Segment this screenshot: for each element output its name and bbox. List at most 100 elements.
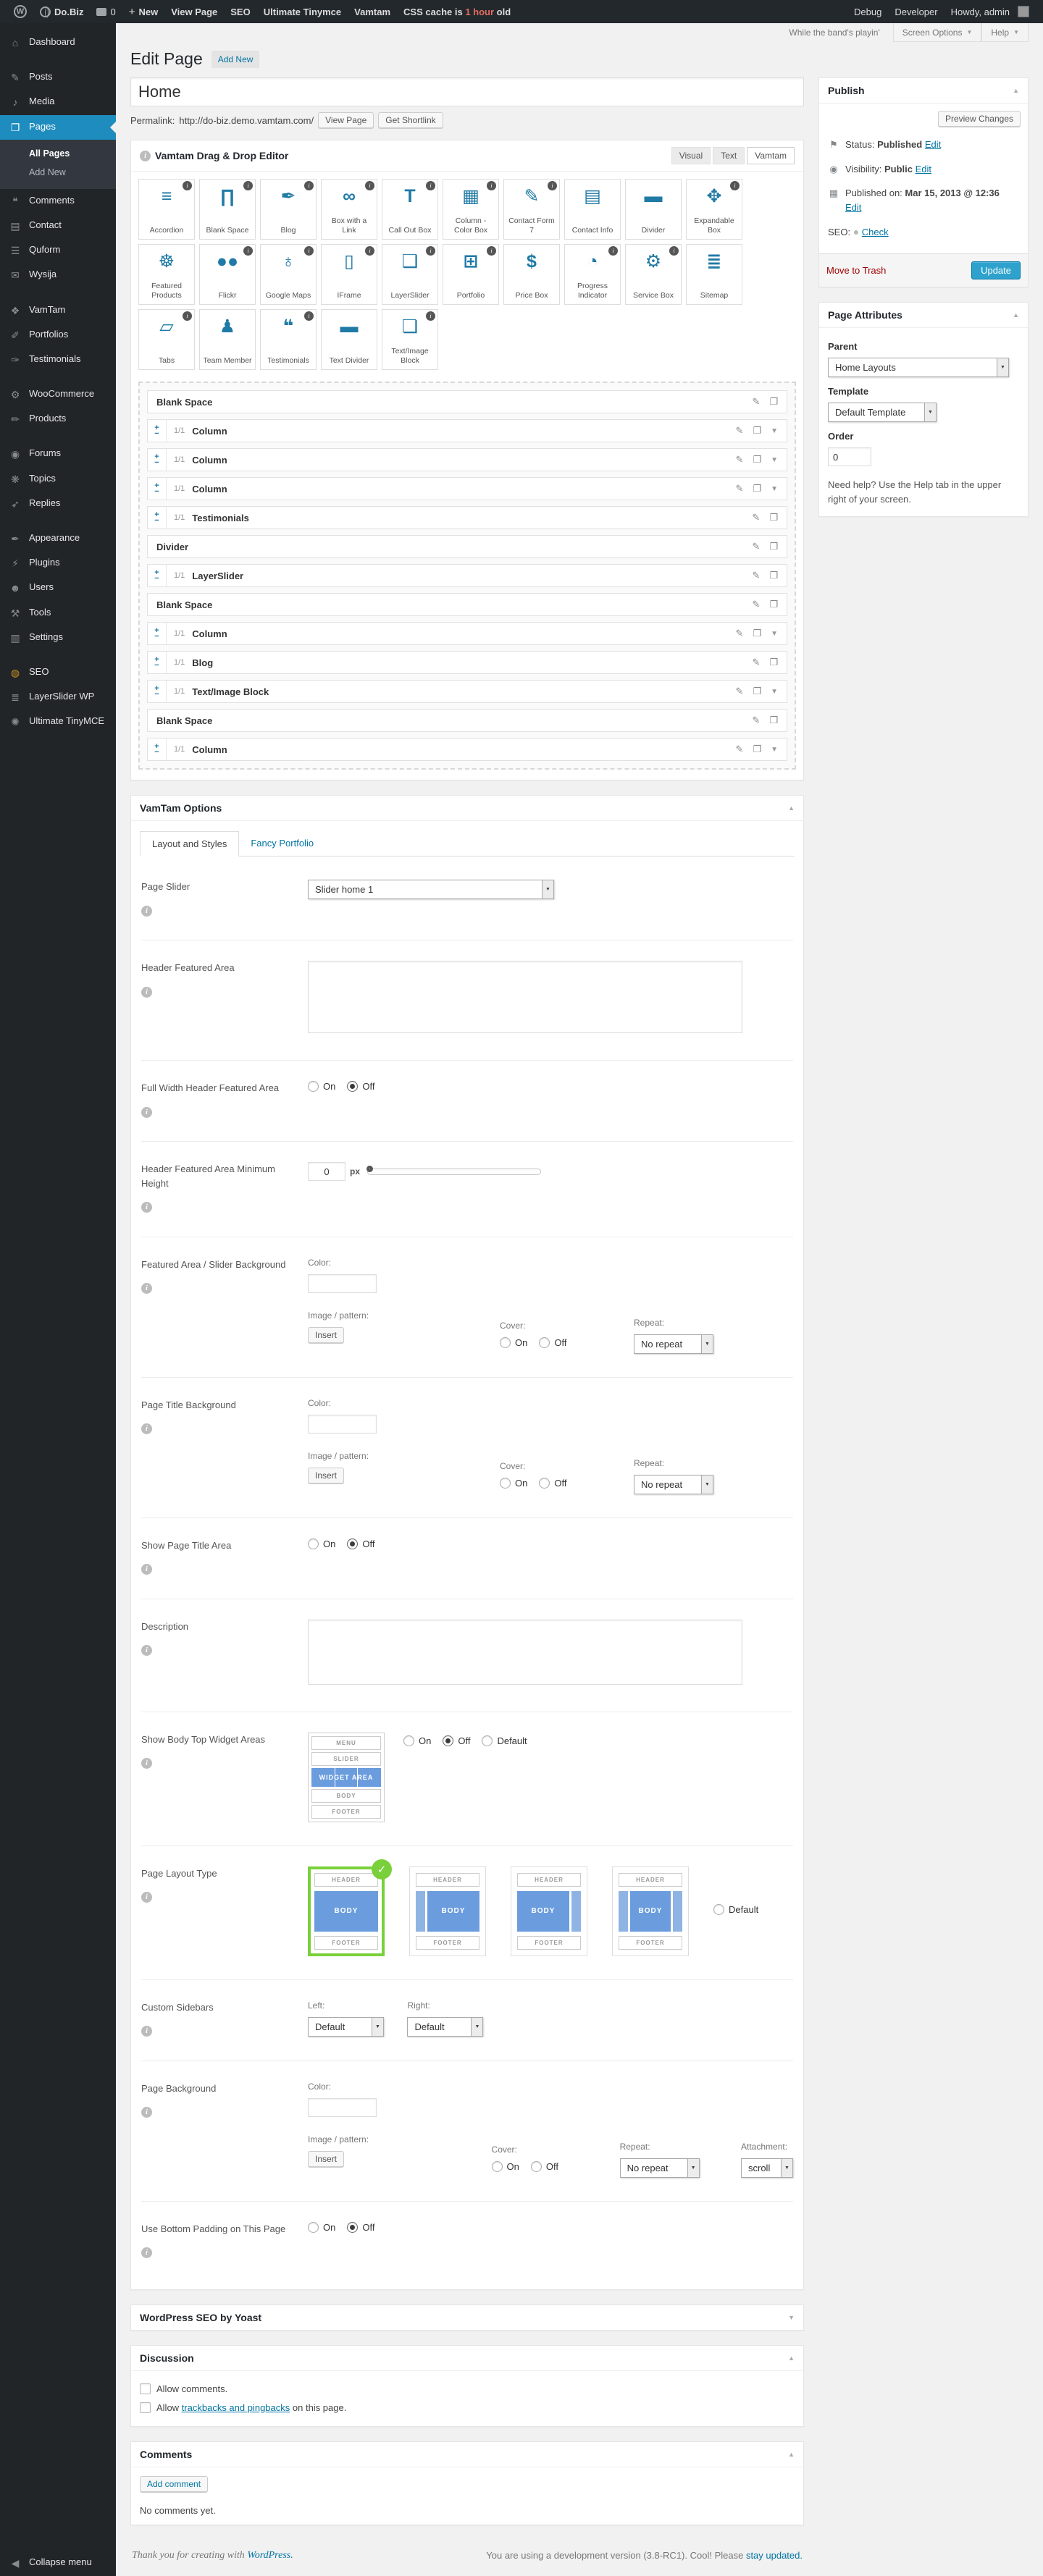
copy-icon[interactable]: ❐ (769, 570, 778, 581)
info-badge[interactable]: i (730, 181, 740, 190)
sidebar-item-appearance[interactable]: ✒ Appearance (0, 526, 116, 551)
info-badge[interactable]: i (365, 181, 374, 190)
new-menu[interactable]: + New (122, 6, 165, 18)
radio-off[interactable] (347, 1081, 359, 1092)
copy-icon[interactable]: ❐ (753, 425, 761, 437)
sidebar-item-woocommerce[interactable]: ⚙ WooCommerce (0, 382, 116, 407)
edit-icon[interactable]: ✎ (752, 541, 760, 552)
radio-off[interactable] (539, 1337, 550, 1348)
radio-on[interactable] (500, 1337, 511, 1348)
edit-published-link[interactable]: Edit (845, 202, 861, 213)
shelf-item-divider[interactable]: ▬ Divider (625, 179, 682, 240)
editor-row-divider[interactable]: Divider ✎ ❐ (147, 535, 787, 558)
info-badge[interactable]: i (365, 246, 374, 256)
info-icon[interactable]: i (141, 1423, 152, 1434)
seo-check-link[interactable]: Check (862, 227, 889, 237)
sidebar-item-dashboard[interactable]: ⌂ Dashboard (0, 30, 116, 55)
info-icon[interactable]: i (141, 2026, 152, 2037)
shelf-item-accordion[interactable]: ≡ i Accordion (138, 179, 195, 240)
radio-on[interactable] (308, 1081, 319, 1092)
sidebar-item-plugins[interactable]: ⚡ Plugins (0, 551, 116, 576)
edit-icon[interactable]: ✎ (736, 686, 744, 697)
editor-row-blog[interactable]: + −1/1 Blog ✎ ❐ (147, 651, 787, 674)
tab-text[interactable]: Text (713, 147, 745, 164)
yoast-seo-header[interactable]: WordPress SEO by Yoast ▼ (131, 2305, 803, 2330)
comments-menu[interactable]: 0 (90, 7, 122, 17)
shelf-item-text-divider[interactable]: ▬ Text Divider (321, 309, 377, 370)
edit-icon[interactable]: ✎ (752, 570, 760, 581)
repeat-select[interactable]: No repeat ▼ (619, 2158, 700, 2178)
shelf-item-contact-info[interactable]: ▤ Contact Info (564, 179, 621, 240)
edit-icon[interactable]: ✎ (736, 454, 744, 466)
page-bg-color-input[interactable] (308, 2097, 377, 2117)
copy-icon[interactable]: ❐ (769, 541, 778, 552)
copy-icon[interactable]: ❐ (753, 744, 761, 755)
sidebar-item-portfolios[interactable]: ✐ Portfolios (0, 323, 116, 348)
info-badge[interactable]: i (548, 181, 557, 190)
debug-menu[interactable]: Debug (847, 7, 888, 17)
edit-icon[interactable]: ✎ (752, 599, 760, 610)
insert-image-button[interactable]: Insert (308, 1326, 345, 1343)
copy-icon[interactable]: ❐ (769, 657, 778, 668)
edit-icon[interactable]: ✎ (736, 483, 744, 494)
shelf-item-text-image-block[interactable]: ❏ i Text/Image Block (382, 309, 438, 370)
attachment-select[interactable]: scroll ▼ (741, 2158, 793, 2178)
radio-default[interactable] (713, 1903, 724, 1915)
repeat-select[interactable]: No repeat ▼ (634, 1334, 713, 1354)
drag-handle-icon[interactable]: + − (148, 738, 167, 760)
min-height-input[interactable] (308, 1162, 345, 1181)
info-icon[interactable]: i (141, 2247, 152, 2258)
insert-image-button[interactable]: Insert (308, 2150, 345, 2167)
info-badge[interactable]: i (183, 181, 192, 190)
description-textarea[interactable] (308, 1619, 742, 1685)
info-icon[interactable]: i (141, 1758, 152, 1769)
edit-icon[interactable]: ✎ (736, 744, 744, 755)
comments-header[interactable]: Comments ▲ (131, 2442, 803, 2467)
edit-visibility-link[interactable]: Edit (916, 164, 931, 174)
radio-on[interactable] (500, 1477, 511, 1489)
shelf-item-sitemap[interactable]: ≣ Sitemap (686, 244, 742, 305)
sidebar-subitem-add-new[interactable]: Add New (0, 163, 116, 182)
info-badge[interactable]: i (669, 246, 679, 256)
sidebar-subitem-all-pages[interactable]: All Pages (0, 144, 116, 163)
tab-layout-and-styles[interactable]: Layout and Styles (140, 831, 240, 856)
shelf-item-google-maps[interactable]: ♁ i Google Maps (260, 244, 317, 305)
drag-handle-icon[interactable]: + − (148, 681, 167, 702)
add-new-button[interactable]: Add New (211, 50, 260, 68)
slider-handle[interactable] (366, 1165, 374, 1172)
shelf-item-layerslider[interactable]: ❑ i LayerSlider (382, 244, 438, 305)
insert-image-button[interactable]: Insert (308, 1467, 345, 1483)
wordpress-link[interactable]: WordPress. (247, 2550, 293, 2561)
chevron-down-icon[interactable]: ▼ (771, 630, 778, 638)
sidebar-item-topics[interactable]: ❋ Topics (0, 467, 116, 492)
sidebar-item-wysija[interactable]: ✉ Wysija (0, 263, 116, 287)
editor-row-layerslider[interactable]: + −1/1 LayerSlider ✎ ❐ (147, 564, 787, 587)
sidebar-item-comments[interactable]: ❝ Comments (0, 189, 116, 214)
copy-icon[interactable]: ❐ (753, 454, 761, 466)
drag-handle-icon[interactable]: + − (148, 478, 167, 500)
add-comment-button[interactable]: Add comment (140, 2475, 209, 2492)
shelf-item-expandable-box[interactable]: ✥ i Expandable Box (686, 179, 742, 240)
edit-icon[interactable]: ✎ (752, 715, 760, 726)
drag-handle-icon[interactable]: + − (148, 623, 167, 644)
info-badge[interactable]: i (487, 246, 496, 256)
copy-icon[interactable]: ❐ (753, 483, 761, 494)
chevron-down-icon[interactable]: ▼ (771, 688, 778, 696)
drag-handle-icon[interactable]: + − (148, 652, 167, 673)
editor-row-blank-space[interactable]: Blank Space ✎ ❐ (147, 593, 787, 616)
trackbacks-link[interactable]: trackbacks and pingbacks (182, 2402, 290, 2413)
shelf-item-flickr[interactable]: ●● i Flickr (199, 244, 256, 305)
featured-bg-color-input[interactable] (308, 1274, 377, 1293)
discussion-header[interactable]: Discussion ▲ (131, 2346, 803, 2371)
editor-row-column[interactable]: + − 1/1 Column ✎ ❐ ▼ (147, 738, 787, 761)
radio-default[interactable] (482, 1735, 493, 1746)
info-icon[interactable]: i (141, 905, 152, 917)
radio-off[interactable] (443, 1735, 454, 1746)
shelf-item-contact-form-7[interactable]: ✎ i Contact Form 7 (503, 179, 560, 240)
sidebar-item-settings[interactable]: ▥ Settings (0, 626, 116, 650)
copy-icon[interactable]: ❐ (753, 686, 761, 697)
edit-status-link[interactable]: Edit (925, 139, 941, 150)
info-badge[interactable]: i (608, 246, 618, 256)
right-sidebar-select[interactable]: Default ▼ (407, 2016, 484, 2037)
developer-menu[interactable]: Developer (888, 7, 944, 17)
